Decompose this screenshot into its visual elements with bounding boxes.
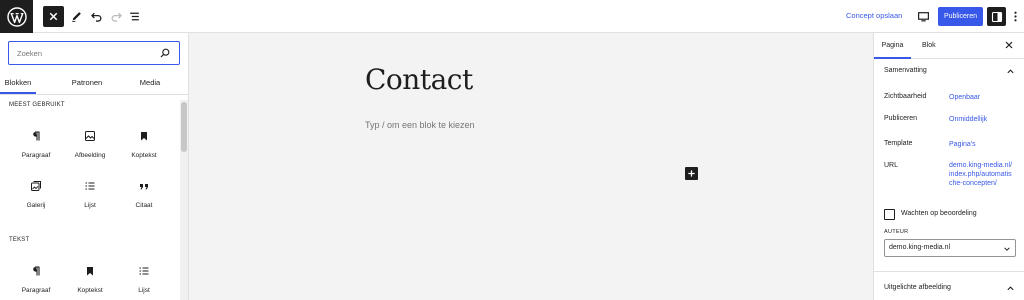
block-label: Galerij	[26, 202, 46, 209]
quote-icon	[140, 184, 148, 190]
paragraph-icon	[33, 266, 40, 276]
block-quote[interactable]: Citaat	[119, 180, 169, 220]
desktop-icon	[918, 12, 929, 22]
page-title[interactable]: Contact	[365, 63, 473, 96]
wordpress-logo-button[interactable]	[0, 0, 33, 33]
paragraph-icon	[33, 131, 40, 141]
list-view-icon	[130, 12, 139, 21]
redo-icon	[111, 12, 122, 22]
settings-button[interactable]	[987, 7, 1006, 26]
close-icon[interactable]	[1004, 40, 1014, 50]
block-list[interactable]: Lijst	[65, 180, 115, 220]
close-inserter-button[interactable]	[43, 6, 64, 27]
tab-block[interactable]: Blok	[922, 33, 942, 59]
block-heading[interactable]: Koptekst	[65, 265, 115, 300]
inserter-search	[8, 41, 180, 65]
options-menu-button[interactable]	[1008, 6, 1022, 27]
document-overview-button[interactable]	[124, 6, 145, 27]
save-draft-button[interactable]: Concept opslaan	[846, 11, 902, 20]
pending-review-label: Wachten op beoordeling	[901, 210, 977, 217]
list-icon	[85, 182, 95, 190]
section-divider	[874, 271, 1024, 272]
block-placeholder[interactable]: Typ / om een blok te kiezen	[365, 120, 475, 130]
template-value[interactable]: Pagina's	[949, 140, 976, 149]
pending-review-checkbox[interactable]	[884, 209, 895, 220]
block-label: Koptekst	[131, 152, 157, 159]
template-label: Template	[884, 140, 913, 147]
publish-value[interactable]: Onmiddellijk	[949, 115, 987, 124]
block-inserter-panel: Blokken Patronen Media MEEST GEBRUIKT Pa…	[0, 33, 189, 300]
tab-patterns[interactable]: Patronen	[62, 73, 112, 94]
editor-header: Concept opslaan Publiceren	[0, 0, 1024, 33]
block-label: Paragraaf	[21, 152, 51, 159]
block-label: Lijst	[138, 287, 150, 294]
wordpress-logo-icon	[6, 6, 27, 27]
block-label: Citaat	[135, 202, 153, 209]
chevron-up-icon	[1007, 286, 1014, 291]
block-paragraph[interactable]: Paragraaf	[11, 130, 61, 170]
sidebar-icon	[991, 11, 1002, 22]
block-gallery[interactable]: Galerij	[11, 180, 61, 220]
category-title-most-used: MEEST GEBRUIKT	[9, 102, 65, 108]
search-icon	[160, 48, 170, 58]
block-heading[interactable]: Koptekst	[119, 130, 169, 170]
block-label: Paragraaf	[21, 287, 51, 294]
undo-button[interactable]	[86, 6, 107, 27]
tools-button[interactable]	[66, 6, 87, 27]
list-icon	[139, 267, 149, 275]
close-icon	[49, 12, 58, 21]
publish-button[interactable]: Publiceren	[938, 7, 983, 26]
image-icon	[85, 131, 95, 141]
chevron-down-icon	[1004, 247, 1010, 251]
inserter-scrollbar[interactable]	[180, 100, 188, 300]
gallery-icon	[31, 181, 41, 191]
block-paragraph[interactable]: Paragraaf	[11, 265, 61, 300]
editor-canvas[interactable]: Contact Typ / om een blok te kiezen	[189, 33, 873, 300]
add-block-button[interactable]	[685, 167, 698, 180]
summary-panel-toggle[interactable]: Samenvatting	[874, 60, 1024, 84]
chevron-up-icon	[1007, 69, 1014, 74]
featured-image-title: Uitgelichte afbeelding	[884, 284, 951, 291]
url-label: URL	[884, 162, 899, 169]
publish-label: Publiceren	[884, 115, 918, 122]
more-vertical-icon	[1013, 11, 1017, 22]
heading-bookmark-icon	[141, 132, 147, 141]
url-value[interactable]: demo.king-media.nl/index.php/automatisch…	[949, 161, 1013, 188]
visibility-label: Zichtbaarheid	[884, 93, 927, 100]
block-image[interactable]: Afbeelding	[65, 130, 115, 170]
category-title-text: TEKST	[9, 237, 30, 243]
heading-bookmark-icon	[87, 267, 93, 276]
author-label: AUTEUR	[884, 229, 909, 235]
block-label: Koptekst	[77, 287, 103, 294]
block-label: Lijst	[84, 202, 96, 209]
sidebar-tabs: Pagina Blok	[874, 33, 1024, 59]
block-list[interactable]: Lijst	[119, 265, 169, 300]
author-select[interactable]: demo.king-media.nl	[884, 239, 1016, 257]
pencil-icon	[72, 12, 81, 22]
undo-icon	[91, 12, 102, 22]
settings-sidebar: Pagina Blok Samenvatting Zichtbaarheid O…	[873, 33, 1024, 300]
author-value: demo.king-media.nl	[889, 244, 951, 251]
block-label: Afbeelding	[74, 152, 106, 159]
featured-image-panel-toggle[interactable]: Uitgelichte afbeelding	[874, 277, 1024, 300]
visibility-value[interactable]: Openbaar	[949, 93, 980, 102]
tab-media[interactable]: Media	[130, 73, 170, 94]
search-input[interactable]	[17, 47, 157, 59]
summary-title: Samenvatting	[884, 67, 927, 74]
preview-button[interactable]	[913, 6, 934, 27]
tab-blocks[interactable]: Blokken	[0, 73, 36, 94]
tab-page[interactable]: Pagina	[874, 33, 911, 59]
inserter-tabs: Blokken Patronen Media	[0, 73, 189, 95]
plus-icon	[688, 170, 695, 177]
scrollbar-thumb[interactable]	[181, 102, 187, 152]
